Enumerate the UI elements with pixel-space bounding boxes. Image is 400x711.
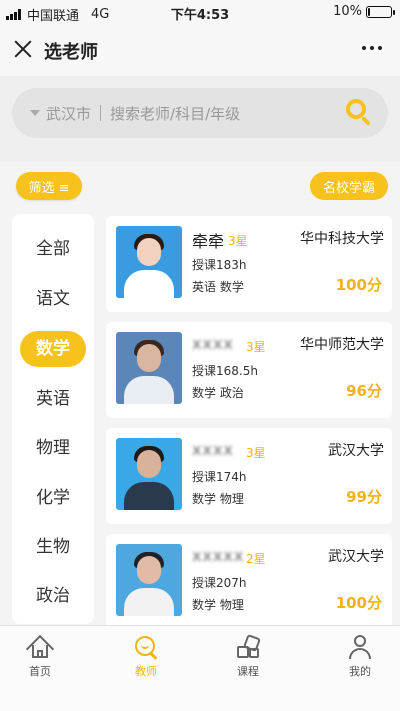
tab-teacher[interactable]: 教师 bbox=[116, 634, 176, 682]
teacher-name: 牵牵 bbox=[192, 232, 225, 251]
famous-school-button[interactable]: 名校学霸 bbox=[310, 172, 388, 200]
teacher-school: 武汉大学 bbox=[328, 443, 384, 459]
teacher-photo bbox=[116, 544, 182, 616]
search-input[interactable]: 搜索老师/科目/年级 bbox=[110, 103, 342, 124]
teacher-card[interactable]: xxxx 3星 华中师范大学 授课168.5h 数学 政治 96分 bbox=[106, 322, 392, 418]
teacher-score: 100分 bbox=[335, 594, 382, 612]
nav-bar: 选老师 bbox=[0, 24, 400, 76]
subject-biology[interactable]: 生物 bbox=[20, 529, 86, 565]
subject-chemistry[interactable]: 化学 bbox=[20, 480, 86, 516]
battery-percent: 10% bbox=[333, 4, 362, 19]
teacher-level: 2星 bbox=[246, 552, 266, 566]
search-area: 武汉市 搜索老师/科目/年级 bbox=[0, 76, 400, 162]
teacher-photo bbox=[116, 226, 182, 298]
city-dropdown-icon[interactable] bbox=[30, 110, 40, 116]
teacher-level: 3星 bbox=[228, 234, 248, 248]
teacher-name: xxxx bbox=[192, 440, 234, 459]
tab-label: 首页 bbox=[29, 665, 51, 678]
tab-label: 课程 bbox=[237, 665, 259, 678]
page-title: 选老师 bbox=[44, 42, 98, 63]
teacher-hours: 授课168.5h bbox=[192, 364, 258, 378]
battery-icon bbox=[366, 5, 395, 18]
teacher-level: 3星 bbox=[246, 446, 266, 460]
tab-course[interactable]: 课程 bbox=[218, 634, 278, 682]
teacher-photo bbox=[116, 332, 182, 404]
teacher-hours: 授课174h bbox=[192, 470, 247, 484]
teacher-subjects: 数学 物理 bbox=[192, 492, 244, 506]
search-divider bbox=[100, 105, 102, 121]
subject-physics[interactable]: 物理 bbox=[20, 430, 86, 466]
teacher-name: xxxxx bbox=[192, 546, 245, 565]
user-icon bbox=[347, 634, 373, 660]
tab-label: 我的 bbox=[349, 665, 371, 678]
tab-label: 教师 bbox=[135, 665, 157, 678]
home-icon bbox=[25, 634, 55, 664]
teacher-school: 华中师范大学 bbox=[300, 337, 384, 353]
search-icon[interactable] bbox=[342, 95, 378, 131]
teacher-hours: 授课207h bbox=[192, 576, 247, 590]
teacher-level: 3星 bbox=[246, 340, 266, 354]
subject-math[interactable]: 数学 bbox=[20, 331, 86, 367]
teacher-search-icon bbox=[133, 634, 159, 660]
close-icon[interactable] bbox=[12, 38, 34, 60]
tab-home[interactable]: 首页 bbox=[10, 634, 70, 682]
subject-chinese[interactable]: 语文 bbox=[20, 281, 86, 317]
teacher-photo bbox=[116, 438, 182, 510]
teacher-card[interactable]: xxxxx 2星 武汉大学 授课207h 数学 物理 100分 bbox=[106, 534, 392, 630]
filter-button[interactable]: 筛选 ≡ bbox=[16, 172, 82, 200]
more-options-icon[interactable] bbox=[362, 46, 382, 50]
teacher-school: 武汉大学 bbox=[328, 549, 384, 565]
teacher-card[interactable]: 牵牵 3星 华中科技大学 授课183h 英语 数学 100分 bbox=[106, 216, 392, 312]
teacher-subjects: 数学 物理 bbox=[192, 598, 244, 612]
status-right: 10% bbox=[333, 4, 395, 19]
course-icon bbox=[235, 634, 261, 660]
subject-sidebar: 全部 语文 数学 英语 物理 化学 生物 政治 bbox=[12, 214, 94, 624]
bottom-tab-bar: 首页 教师 课程 我的 bbox=[0, 625, 400, 711]
teacher-hours: 授课183h bbox=[192, 258, 247, 272]
teacher-card[interactable]: xxxx 3星 武汉大学 授课174h 数学 物理 99分 bbox=[106, 428, 392, 524]
search-bar[interactable]: 武汉市 搜索老师/科目/年级 bbox=[12, 88, 388, 138]
teacher-subjects: 英语 数学 bbox=[192, 280, 244, 294]
teacher-school: 华中科技大学 bbox=[300, 231, 384, 247]
teacher-score: 99分 bbox=[346, 488, 382, 506]
teacher-name: xxxx bbox=[192, 334, 234, 353]
subject-politics[interactable]: 政治 bbox=[20, 578, 86, 614]
city-selector[interactable]: 武汉市 bbox=[46, 103, 91, 124]
teacher-subjects: 数学 政治 bbox=[192, 386, 244, 400]
tab-mine[interactable]: 我的 bbox=[330, 634, 390, 682]
subject-english[interactable]: 英语 bbox=[20, 381, 86, 417]
teacher-score: 96分 bbox=[346, 382, 382, 400]
subject-all[interactable]: 全部 bbox=[20, 231, 86, 267]
teacher-score: 100分 bbox=[335, 276, 382, 294]
status-bar: 中国联通 4G 下午4:53 10% bbox=[0, 0, 400, 24]
